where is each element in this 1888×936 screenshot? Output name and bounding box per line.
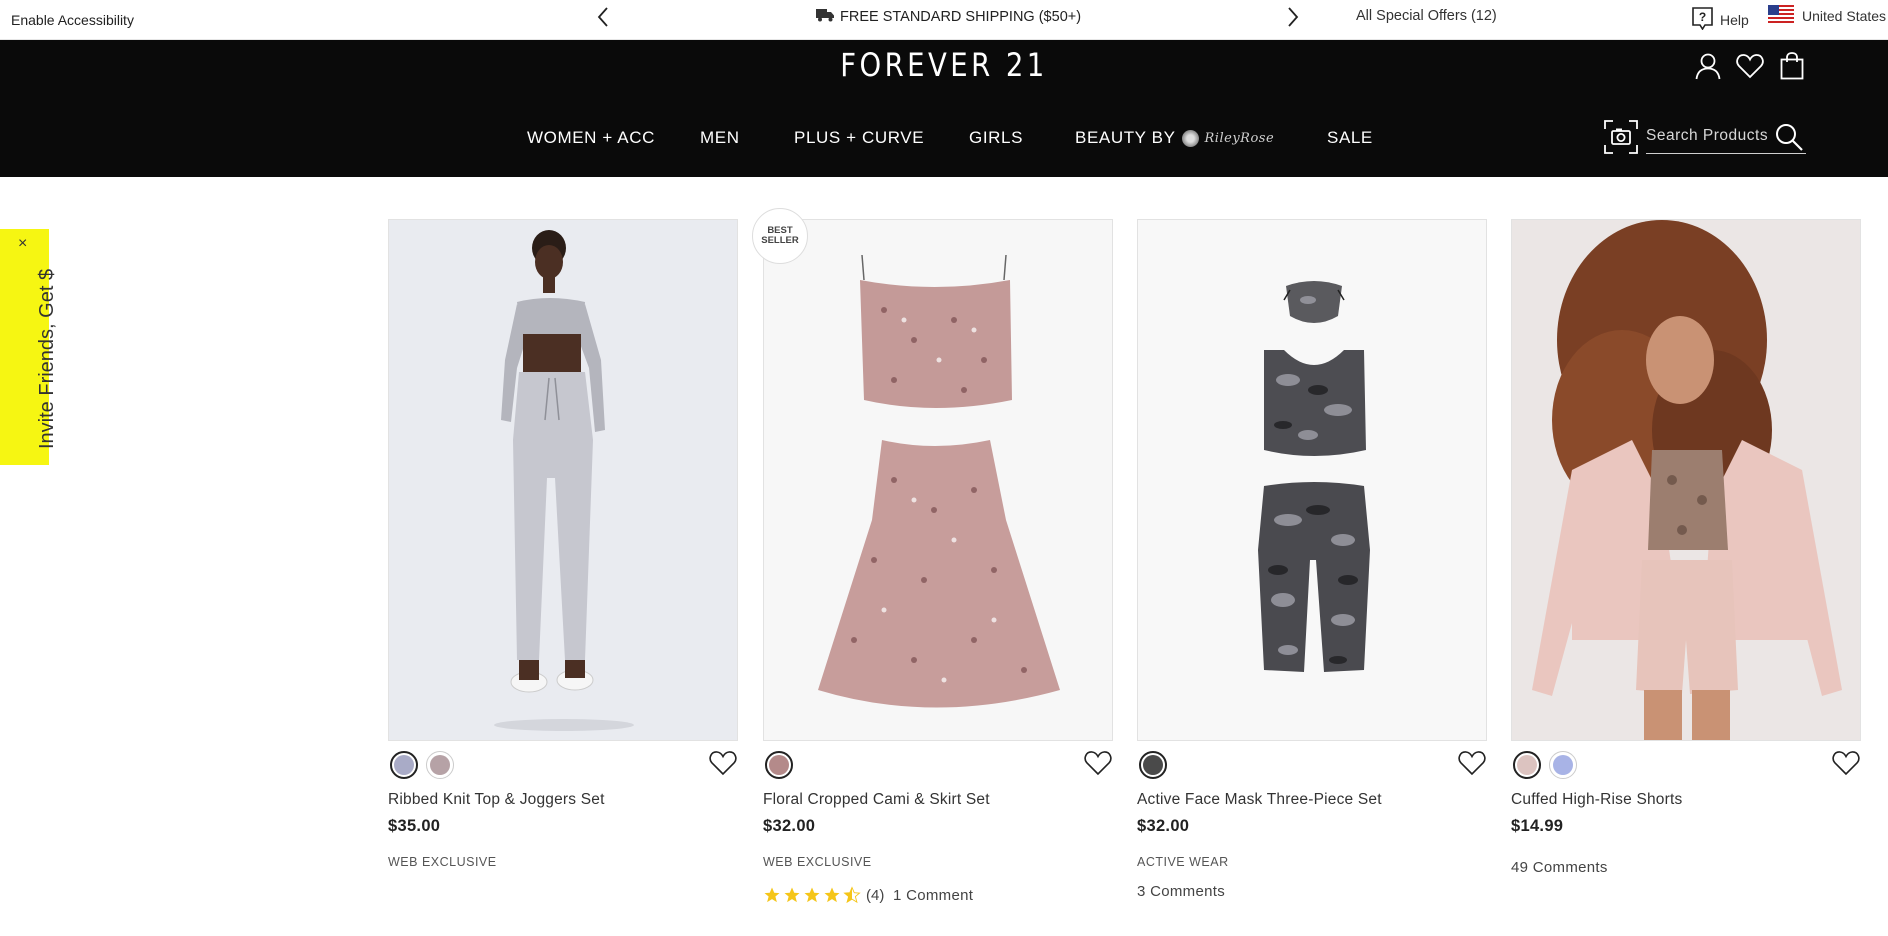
favorite-heart-icon[interactable] (1083, 749, 1113, 779)
svg-text:?: ? (1699, 10, 1706, 24)
product-tag: WEB EXCLUSIVE (388, 855, 497, 869)
utility-bar: Enable Accessibility FREE STANDARD SHIPP… (0, 0, 1888, 40)
account-icon[interactable] (1694, 50, 1722, 82)
comments-link[interactable]: 3 Comments (1137, 883, 1225, 900)
help-icon: ? (1692, 7, 1713, 33)
favorite-heart-icon[interactable] (708, 749, 738, 779)
nav-item-girls[interactable]: GIRLS (969, 128, 1023, 148)
nav-item-beauty-label: BEAUTY BY (1075, 128, 1176, 147)
product-image[interactable] (388, 219, 738, 741)
half-star-icon (843, 886, 861, 904)
shopping-bag-icon[interactable] (1778, 50, 1806, 82)
riley-rose-logo-icon (1181, 129, 1199, 147)
favorite-heart-icon[interactable] (1831, 749, 1861, 779)
site-logo[interactable]: FOREVER 21 (132, 46, 1756, 84)
star-icon (764, 887, 780, 903)
product-name[interactable]: Cuffed High-Rise Shorts (1511, 791, 1682, 809)
nav-item-sale[interactable]: SALE (1327, 128, 1373, 148)
star-rating[interactable]: (4) (763, 886, 884, 904)
product-price: $14.99 (1511, 817, 1564, 835)
product-image[interactable] (763, 219, 1113, 741)
product-name[interactable]: Active Face Mask Three-Piece Set (1137, 791, 1382, 809)
nav-item-beauty[interactable]: BEAUTY BY RileyRose (1075, 128, 1274, 148)
product-name[interactable]: Floral Cropped Cami & Skirt Set (763, 791, 990, 809)
promo-prev-arrow-icon[interactable] (590, 4, 616, 30)
invite-friends-tab[interactable]: × Invite Friends, Get $ (0, 229, 58, 465)
product-card: Ribbed Knit Top & Joggers Set $35.00 WEB… (388, 219, 738, 869)
favorite-heart-icon[interactable] (1457, 749, 1487, 779)
color-swatches (390, 751, 454, 779)
visual-search-camera-icon[interactable] (1604, 120, 1638, 154)
search-input[interactable] (1646, 122, 1774, 150)
help-link[interactable]: ? Help (1692, 7, 1749, 33)
search-bar (1604, 116, 1806, 156)
search-icon[interactable] (1774, 122, 1804, 152)
enable-accessibility-link[interactable]: Enable Accessibility (11, 12, 134, 28)
wishlist-heart-icon[interactable] (1736, 50, 1764, 82)
product-price: $32.00 (1137, 817, 1190, 835)
product-tag: ACTIVE WEAR (1137, 855, 1229, 869)
product-image[interactable] (1137, 219, 1487, 741)
promo-next-arrow-icon[interactable] (1280, 4, 1306, 30)
product-card: Cuffed High-Rise Shorts $14.99 49 Commen… (1511, 219, 1861, 876)
country-selector[interactable]: United States (1768, 5, 1886, 26)
star-icon (784, 887, 800, 903)
riley-rose-brand: RileyRose (1204, 130, 1275, 146)
color-swatch[interactable] (1513, 751, 1541, 779)
nav-item-plus-curve[interactable]: PLUS + CURVE (794, 128, 924, 148)
help-label: Help (1720, 12, 1749, 28)
product-tag: WEB EXCLUSIVE (763, 855, 872, 869)
color-swatch[interactable] (1549, 751, 1577, 779)
invite-friends-label: Invite Friends, Get $ (36, 268, 58, 449)
shipping-text: FREE STANDARD SHIPPING ($50+) (840, 9, 1082, 25)
product-price: $35.00 (388, 817, 441, 835)
comments-link[interactable]: 1 Comment (893, 887, 973, 904)
product-card: Active Face Mask Three-Piece Set $32.00 … (1137, 219, 1487, 900)
search-field (1646, 120, 1806, 154)
color-swatches (1513, 751, 1577, 779)
country-label: United States (1802, 7, 1887, 24)
invite-close-icon[interactable]: × (18, 235, 27, 253)
color-swatches (1139, 751, 1167, 779)
comments-link[interactable]: 49 Comments (1511, 859, 1608, 876)
rating-count: (4) (866, 886, 885, 904)
color-swatch[interactable] (765, 751, 793, 779)
site-header: FOREVER 21 WOMEN + ACC MEN PLUS + CURVE … (0, 40, 1888, 177)
nav-item-men[interactable]: MEN (700, 128, 740, 148)
color-swatch[interactable] (1139, 751, 1167, 779)
color-swatch[interactable] (426, 751, 454, 779)
star-icon (824, 887, 840, 903)
product-name[interactable]: Ribbed Knit Top & Joggers Set (388, 791, 605, 809)
truck-icon (816, 8, 835, 26)
best-seller-badge: BEST SELLER (752, 208, 808, 264)
product-card: BEST SELLER Floral Cropped Cami & Skirt S… (752, 208, 1113, 904)
product-image[interactable] (1511, 219, 1861, 741)
us-flag-icon (1768, 5, 1794, 26)
star-icon (804, 887, 820, 903)
promo-message[interactable]: FREE STANDARD SHIPPING ($50+) (816, 8, 1081, 26)
color-swatch[interactable] (390, 751, 418, 779)
color-swatches (765, 751, 793, 779)
nav-item-women-acc[interactable]: WOMEN + ACC (527, 128, 655, 148)
header-icons (1694, 50, 1806, 82)
special-offers-link[interactable]: All Special Offers (12) (1356, 8, 1497, 24)
product-price: $32.00 (763, 817, 816, 835)
